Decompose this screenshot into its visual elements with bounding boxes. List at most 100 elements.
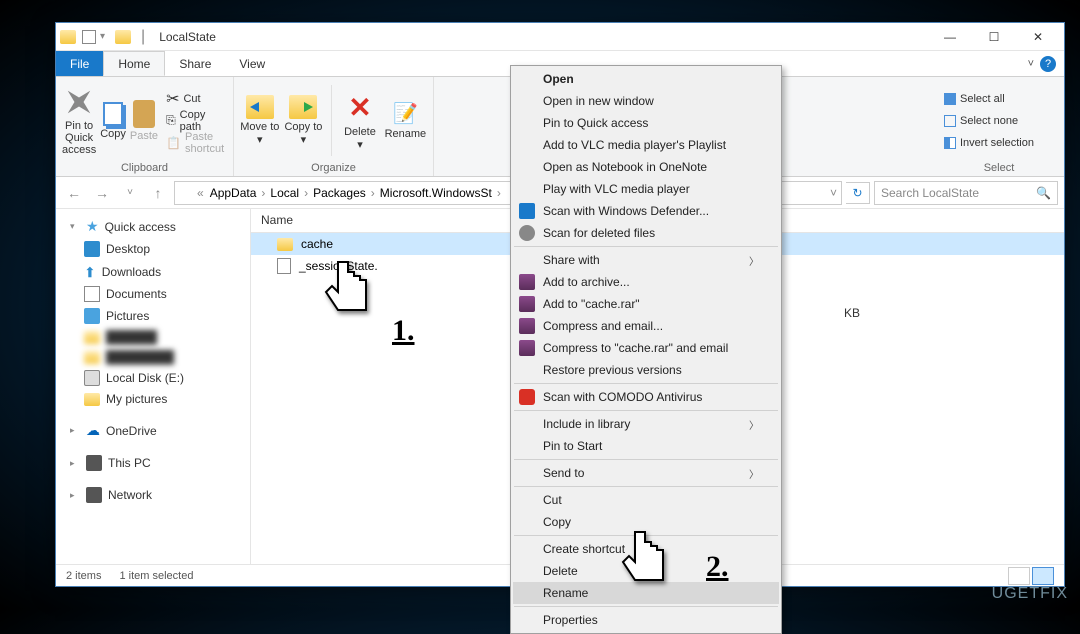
- forward-button[interactable]: →: [90, 181, 114, 205]
- star-icon: ★: [86, 218, 99, 235]
- copy-icon: [103, 102, 123, 126]
- back-button[interactable]: ←: [62, 181, 86, 205]
- tab-view[interactable]: View: [225, 51, 279, 76]
- ctx-new-window[interactable]: Open in new window: [513, 90, 779, 112]
- copy-path-button[interactable]: ⎘Copy path: [162, 110, 228, 132]
- annotation-1: 1.: [392, 314, 415, 348]
- network-icon: [86, 487, 102, 503]
- tab-home[interactable]: Home: [103, 51, 165, 76]
- folder-icon: [84, 393, 100, 406]
- view-details-button[interactable]: [1008, 567, 1030, 585]
- maximize-button[interactable]: ☐: [972, 23, 1016, 51]
- nav-local-disk[interactable]: Local Disk (E:): [56, 367, 250, 389]
- delete-button[interactable]: ✕ Delete ▾: [340, 81, 380, 160]
- ctx-comodo[interactable]: Scan with COMODO Antivirus: [513, 386, 779, 408]
- nav-documents[interactable]: Documents: [56, 283, 250, 305]
- group-select: Select: [940, 162, 1058, 174]
- ctx-pin-quick[interactable]: Pin to Quick access: [513, 112, 779, 134]
- ribbon-collapse[interactable]: ˅: [1028, 58, 1034, 70]
- cut-button[interactable]: ✂Cut: [162, 88, 228, 110]
- copyto-icon: [289, 95, 317, 119]
- size-label: KB: [844, 306, 860, 320]
- copy-to-button[interactable]: Copy to ▾: [284, 81, 324, 160]
- copy-button[interactable]: Copy: [100, 81, 126, 160]
- refresh-button[interactable]: ↻: [846, 182, 870, 204]
- qat-button[interactable]: [82, 30, 96, 44]
- invert-selection-button[interactable]: Invert selection: [940, 132, 1058, 154]
- ctx-defender[interactable]: Scan with Windows Defender...: [513, 200, 779, 222]
- rar-icon: [519, 318, 535, 334]
- nav-downloads[interactable]: ⬇Downloads: [56, 260, 250, 283]
- pin-quick-button[interactable]: Pin to Quick access: [62, 81, 96, 160]
- nav-network[interactable]: ▸Network: [56, 484, 250, 506]
- ctx-delete[interactable]: Delete: [513, 560, 779, 582]
- folder-icon: [277, 238, 293, 251]
- close-button[interactable]: ✕: [1016, 23, 1060, 51]
- ctx-vlc-playlist[interactable]: Add to VLC media player's Playlist: [513, 134, 779, 156]
- ctx-send-to[interactable]: Send to〉: [513, 462, 779, 484]
- invert-icon: [944, 137, 956, 149]
- disk-icon: [84, 370, 100, 386]
- onedrive-icon: ☁: [86, 422, 100, 439]
- search-input[interactable]: Search LocalState 🔍: [874, 181, 1058, 205]
- rar-icon: [519, 296, 535, 312]
- move-to-button[interactable]: Move to ▾: [240, 81, 280, 160]
- ctx-cut[interactable]: Cut: [513, 489, 779, 511]
- nav-pictures[interactable]: Pictures: [56, 305, 250, 327]
- nav-this-pc[interactable]: ▸This PC: [56, 452, 250, 474]
- rename-button[interactable]: 📝 Rename: [384, 81, 427, 160]
- ctx-shortcut[interactable]: Create shortcut: [513, 538, 779, 560]
- help-icon[interactable]: ?: [1040, 56, 1056, 72]
- crumb-appdata[interactable]: AppData: [210, 186, 271, 200]
- ctx-scan-deleted[interactable]: Scan for deleted files: [513, 222, 779, 244]
- rar-icon: [519, 340, 535, 356]
- group-organize: Organize: [240, 162, 427, 174]
- delete-icon: ✕: [348, 91, 371, 124]
- nav-blur-2[interactable]: ████████: [56, 347, 250, 367]
- nav-quick-access[interactable]: ▾★Quick access: [56, 215, 250, 238]
- crumb-local[interactable]: Local: [270, 186, 313, 200]
- ctx-compress-email[interactable]: Compress and email...: [513, 315, 779, 337]
- col-name[interactable]: Name: [251, 209, 541, 232]
- ctx-share-with[interactable]: Share with〉: [513, 249, 779, 271]
- ctx-restore[interactable]: Restore previous versions: [513, 359, 779, 381]
- watermark: UGETFIX: [992, 585, 1068, 603]
- addr-folder-icon: [179, 187, 193, 199]
- ctx-add-archive[interactable]: Add to archive...: [513, 271, 779, 293]
- ctx-add-cache[interactable]: Add to "cache.rar": [513, 293, 779, 315]
- ctx-onenote[interactable]: Open as Notebook in OneNote: [513, 156, 779, 178]
- ctx-properties[interactable]: Properties: [513, 609, 779, 631]
- selectall-icon: [944, 93, 956, 105]
- ctx-copy[interactable]: Copy: [513, 511, 779, 533]
- nav-desktop[interactable]: Desktop: [56, 238, 250, 260]
- paste-shortcut-button[interactable]: 📋Paste shortcut: [162, 132, 228, 154]
- rar-icon: [519, 274, 535, 290]
- nav-onedrive[interactable]: ▸☁OneDrive: [56, 419, 250, 442]
- select-all-button[interactable]: Select all: [940, 88, 1058, 110]
- nav-pane[interactable]: ▾★Quick access Desktop ⬇Downloads Docume…: [56, 209, 251, 564]
- paste-button[interactable]: Paste: [130, 81, 158, 160]
- select-none-button[interactable]: Select none: [940, 110, 1058, 132]
- history-button[interactable]: ˅: [118, 181, 142, 205]
- ctx-pin-start[interactable]: Pin to Start: [513, 435, 779, 457]
- tab-share[interactable]: Share: [165, 51, 225, 76]
- crumb-last[interactable]: Microsoft.WindowsSt: [380, 186, 506, 200]
- ctx-vlc-play[interactable]: Play with VLC media player: [513, 178, 779, 200]
- downloads-icon: ⬇: [84, 263, 96, 280]
- ctx-open[interactable]: Open: [513, 68, 779, 90]
- up-button[interactable]: ↑: [146, 181, 170, 205]
- scan-icon: [519, 225, 535, 241]
- tab-file[interactable]: File: [56, 51, 103, 76]
- ctx-compress-cache[interactable]: Compress to "cache.rar" and email: [513, 337, 779, 359]
- view-icons-button[interactable]: [1032, 567, 1054, 585]
- ctx-rename[interactable]: Rename: [513, 582, 779, 604]
- crumb-packages[interactable]: Packages: [313, 186, 380, 200]
- nav-blur-1[interactable]: ██████: [56, 327, 250, 347]
- ctx-include-lib[interactable]: Include in library〉: [513, 413, 779, 435]
- window-title: LocalState: [159, 30, 216, 44]
- pin-icon: [56, 79, 101, 124]
- nav-my-pictures[interactable]: My pictures: [56, 389, 250, 409]
- context-menu: Open Open in new window Pin to Quick acc…: [510, 65, 782, 634]
- minimize-button[interactable]: —: [928, 23, 972, 51]
- pc-icon: [86, 455, 102, 471]
